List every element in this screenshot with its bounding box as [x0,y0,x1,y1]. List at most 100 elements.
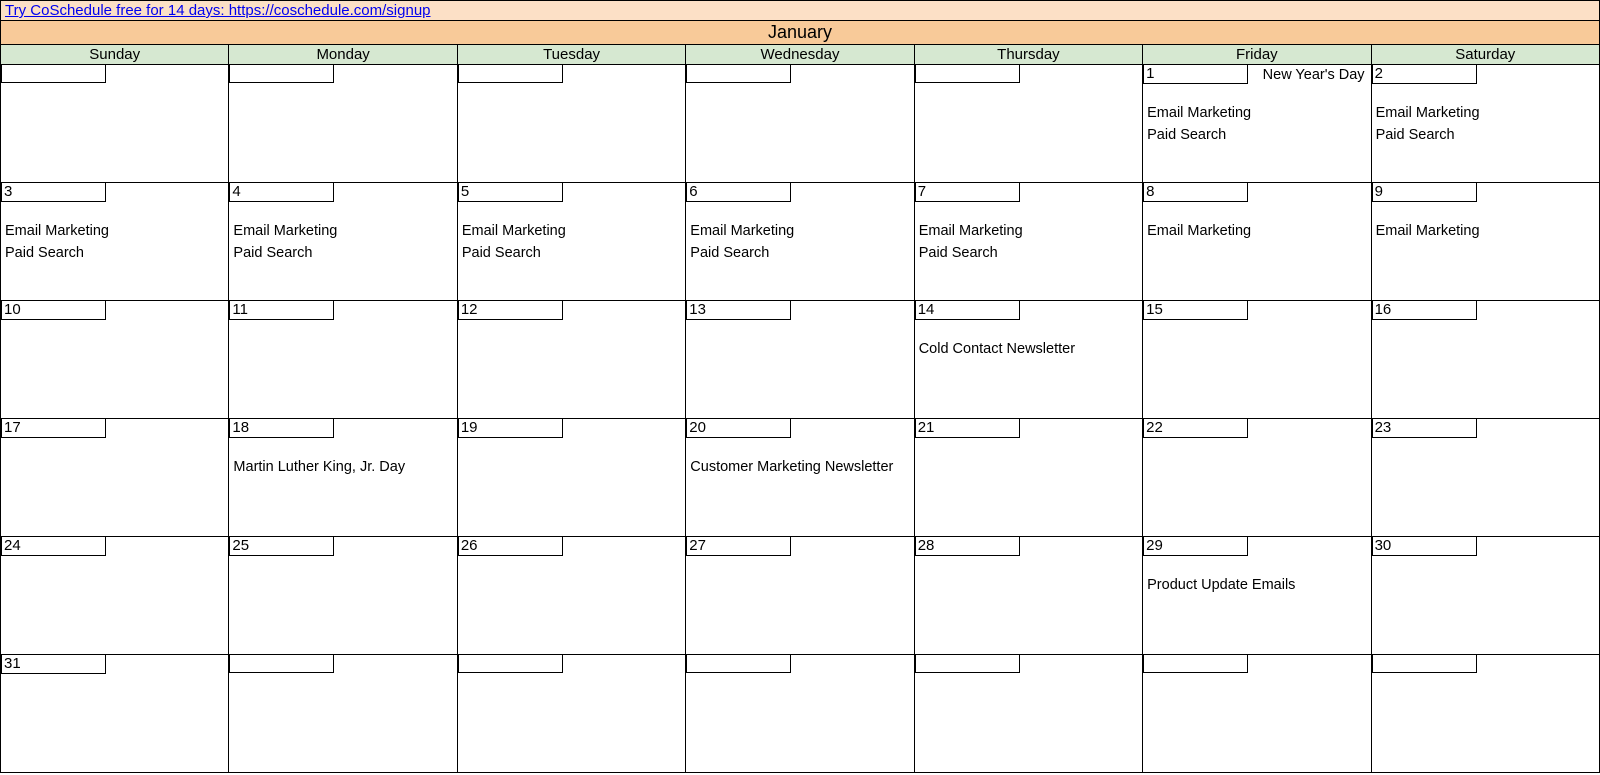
date-number [686,655,791,673]
events-container: Email MarketingPaid Search [919,220,1138,265]
events-container: Email MarketingPaid Search [462,220,681,265]
event-item[interactable]: Email Marketing [1376,220,1595,242]
event-item[interactable]: Email Marketing [690,220,909,242]
calendar-cell[interactable]: 29Product Update Emails [1143,537,1371,655]
calendar-cell[interactable]: 23 [1372,419,1600,537]
date-number: 8 [1143,183,1248,202]
calendar-cell[interactable] [686,65,914,183]
date-number: 7 [915,183,1020,202]
event-item[interactable]: Paid Search [690,242,909,264]
date-number [1,65,106,83]
calendar-cell[interactable]: 27 [686,537,914,655]
events-container: Cold Contact Newsletter [919,338,1138,360]
calendar-cell[interactable] [458,65,686,183]
event-item[interactable]: Paid Search [462,242,681,264]
calendar-cell[interactable] [915,655,1143,773]
calendar-cell[interactable]: 9 Email Marketing [1372,183,1600,301]
date-number: 6 [686,183,791,202]
month-title: January [0,21,1600,45]
date-number: 4 [229,183,334,202]
date-number: 12 [458,301,563,320]
calendar-cell[interactable]: 4 Email MarketingPaid Search [229,183,457,301]
event-item[interactable]: Email Marketing [1147,102,1366,124]
calendar-grid: SundayMondayTuesdayWednesdayThursdayFrid… [0,45,1600,773]
day-header: Wednesday [686,45,914,65]
event-item[interactable]: Email Marketing [462,220,681,242]
calendar-cell[interactable]: 26 [458,537,686,655]
calendar-cell[interactable] [1372,655,1600,773]
date-number [1372,655,1477,673]
calendar-cell[interactable]: 13 [686,301,914,419]
date-number: 22 [1143,419,1248,438]
date-number: 14 [915,301,1020,320]
date-number: 2 [1372,65,1477,84]
date-number [229,65,334,83]
date-number [229,655,334,673]
date-number: 31 [1,655,106,674]
calendar-cell[interactable] [229,65,457,183]
calendar-cell[interactable] [229,655,457,773]
calendar-cell[interactable]: 12 [458,301,686,419]
date-number: 25 [229,537,334,556]
event-item[interactable]: Martin Luther King, Jr. Day [233,456,452,478]
calendar-cell[interactable] [1,65,229,183]
date-number: 26 [458,537,563,556]
event-item[interactable]: Email Marketing [5,220,224,242]
date-number [1143,655,1248,673]
calendar-cell[interactable]: 31 [1,655,229,773]
event-item[interactable]: Paid Search [1147,124,1366,146]
calendar-cell[interactable] [458,655,686,773]
calendar-cell[interactable]: 19 [458,419,686,537]
calendar-cell[interactable]: 15 [1143,301,1371,419]
date-number [686,65,791,83]
event-item[interactable]: Email Marketing [1147,220,1366,242]
holiday-label: New Year's Day [1263,67,1365,83]
calendar-cell[interactable]: 30 [1372,537,1600,655]
day-header: Tuesday [458,45,686,65]
date-number: 18 [229,419,334,438]
calendar-cell[interactable]: 6 Email MarketingPaid Search [686,183,914,301]
date-number: 28 [915,537,1020,556]
event-item[interactable]: Email Marketing [1376,102,1595,124]
calendar-cell[interactable]: 7 Email MarketingPaid Search [915,183,1143,301]
calendar-cell[interactable]: 20Customer Marketing Newsletter [686,419,914,537]
event-item[interactable]: Paid Search [233,242,452,264]
day-header: Sunday [1,45,229,65]
event-item[interactable]: Paid Search [919,242,1138,264]
calendar-cell[interactable]: 10 [1,301,229,419]
date-number: 19 [458,419,563,438]
day-header: Monday [229,45,457,65]
calendar-cell[interactable]: 8 Email Marketing [1143,183,1371,301]
calendar-cell[interactable]: 11 [229,301,457,419]
calendar-cell[interactable]: 21 [915,419,1143,537]
calendar-cell[interactable]: 22 [1143,419,1371,537]
calendar-cell[interactable] [1143,655,1371,773]
calendar-cell[interactable]: 25 [229,537,457,655]
events-container: Email MarketingPaid Search [233,220,452,265]
events-container: Martin Luther King, Jr. Day [233,456,452,478]
event-item[interactable]: Customer Marketing Newsletter [690,456,909,478]
calendar-cell[interactable] [686,655,914,773]
event-item[interactable]: Paid Search [5,242,224,264]
date-number: 9 [1372,183,1477,202]
calendar-cell[interactable]: 16 [1372,301,1600,419]
event-item[interactable]: Cold Contact Newsletter [919,338,1138,360]
calendar-cell[interactable]: 5Email MarketingPaid Search [458,183,686,301]
calendar-cell[interactable]: 1New Year's DayEmail MarketingPaid Searc… [1143,65,1371,183]
calendar-cell[interactable]: 24 [1,537,229,655]
calendar-cell[interactable]: 14 Cold Contact Newsletter [915,301,1143,419]
calendar-cell[interactable]: 28 [915,537,1143,655]
event-item[interactable]: Paid Search [1376,124,1595,146]
calendar-cell[interactable]: 3Email MarketingPaid Search [1,183,229,301]
calendar-cell[interactable]: 2 Email MarketingPaid Search [1372,65,1600,183]
calendar-cell[interactable]: 17 [1,419,229,537]
calendar-cell[interactable] [915,65,1143,183]
calendar-cell[interactable]: 18 Martin Luther King, Jr. Day [229,419,457,537]
date-number: 10 [1,301,106,320]
event-item[interactable]: Email Marketing [919,220,1138,242]
events-container: Product Update Emails [1147,574,1366,596]
event-item[interactable]: Email Marketing [233,220,452,242]
events-container: Email MarketingPaid Search [1147,102,1366,147]
event-item[interactable]: Product Update Emails [1147,574,1366,596]
promo-link[interactable]: Try CoSchedule free for 14 days: https:/… [5,2,431,19]
